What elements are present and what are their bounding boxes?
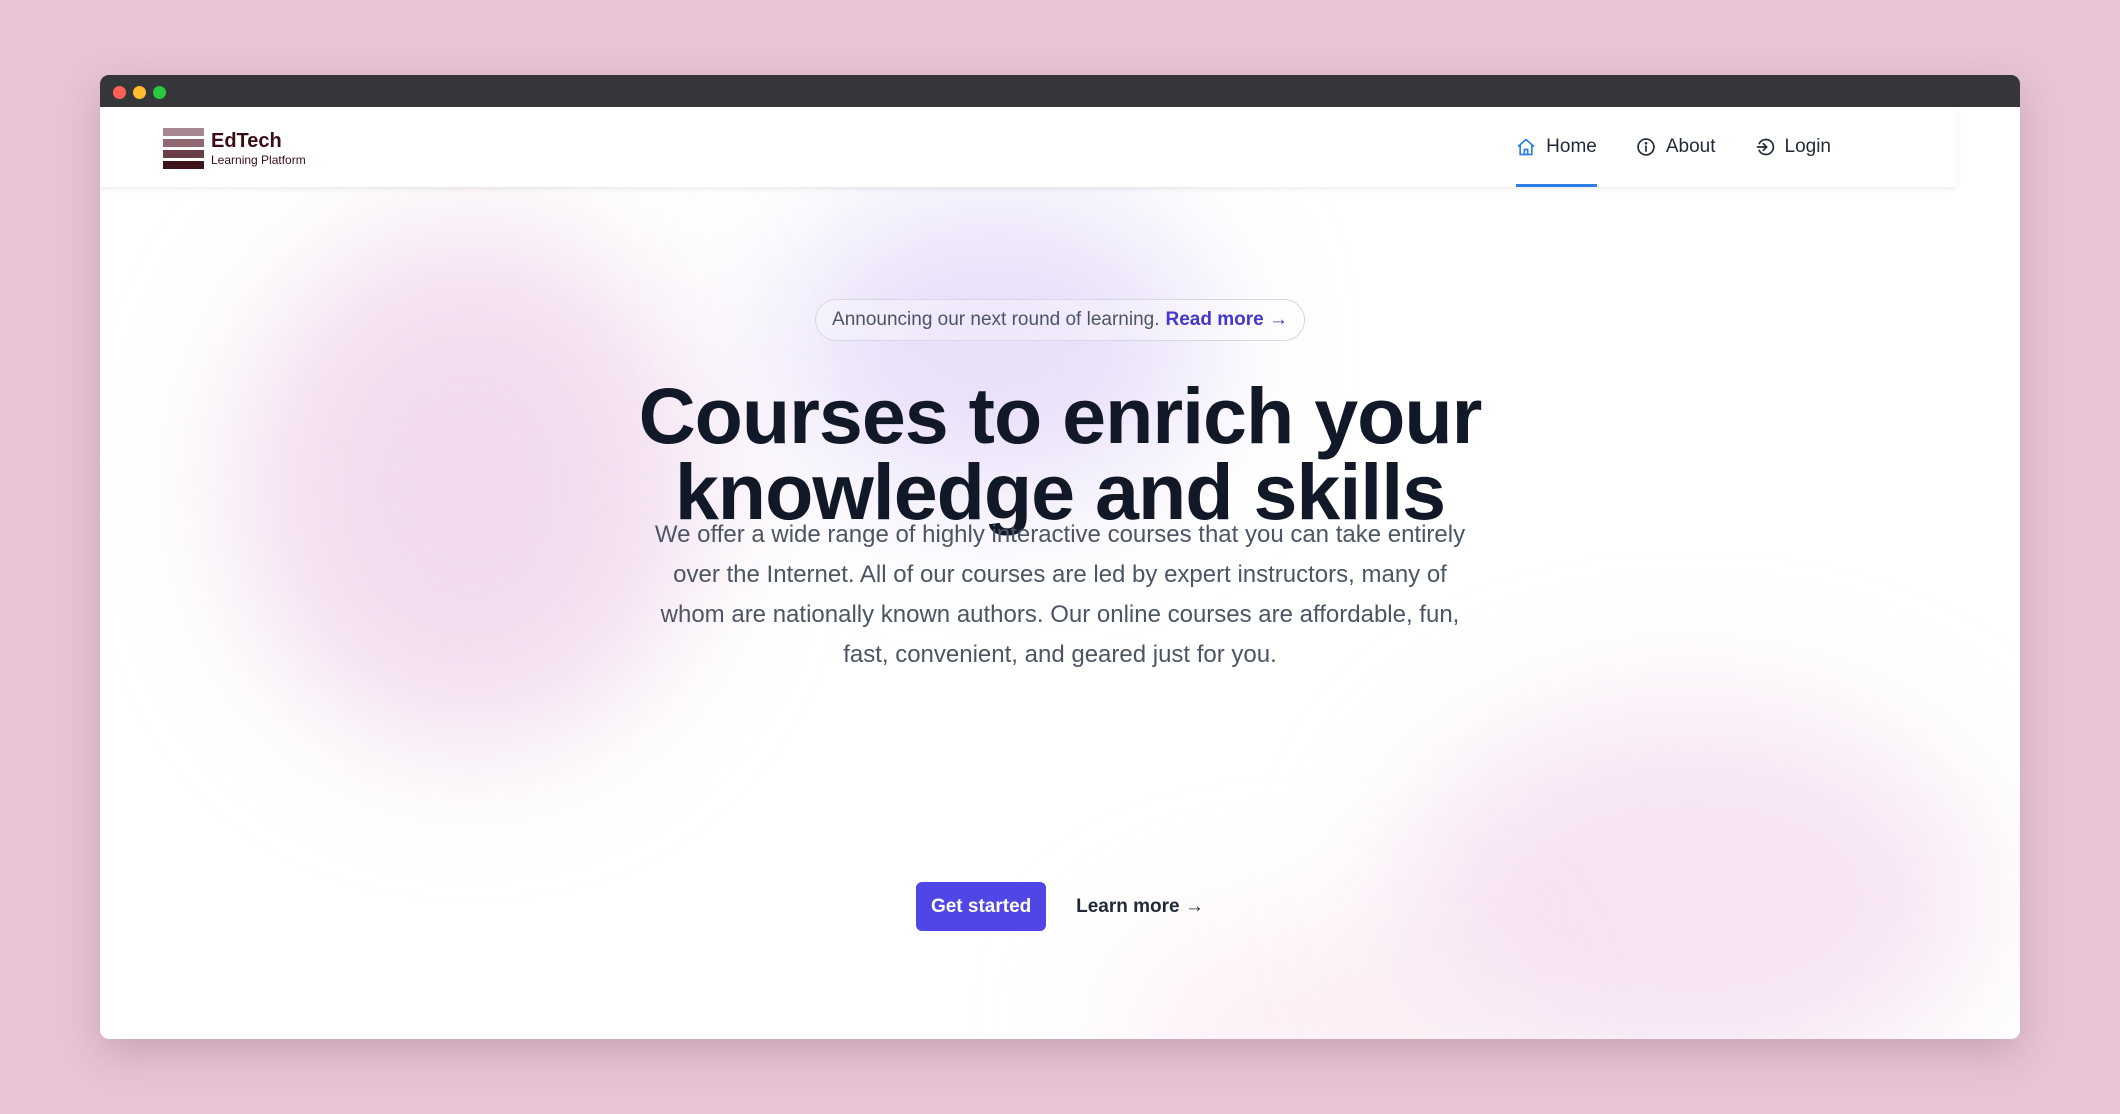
info-icon <box>1637 138 1655 156</box>
nav-item-label: About <box>1665 136 1716 157</box>
nav-item-label: Login <box>1784 136 1832 157</box>
top-navbar: EdTech Learning Platform Home About Logi… <box>100 107 1957 187</box>
brand-name: EdTech <box>211 129 282 152</box>
maximize-window-button[interactable] <box>153 86 166 99</box>
read-more-link[interactable]: Read more → <box>1165 309 1287 331</box>
window-titlebar <box>100 75 2020 107</box>
browser-window: EdTech Learning Platform Home About Logi… <box>100 75 2020 1039</box>
hero-title: Courses to enrich your knowledge and ski… <box>638 371 1483 536</box>
background-gradient-blob <box>1400 707 1980 1039</box>
brand-tagline: Learning Platform <box>211 152 306 167</box>
nav-item-label: Home <box>1546 136 1597 157</box>
announcement-pill: Announcing our next round of learning. R… <box>815 299 1305 341</box>
hero-description: We offer a wide range of highly interact… <box>654 521 1466 668</box>
nav-item-about[interactable]: About <box>1636 107 1716 187</box>
learn-more-link[interactable]: Learn more → <box>1076 896 1204 918</box>
home-icon <box>1517 138 1535 156</box>
nav-links: Home About Login <box>1516 107 1831 187</box>
get-started-button[interactable]: Get started <box>916 882 1047 931</box>
logo-icon <box>163 128 204 169</box>
close-window-button[interactable] <box>113 86 126 99</box>
brand-logo[interactable]: EdTech Learning Platform <box>163 128 306 169</box>
minimize-window-button[interactable] <box>133 86 146 99</box>
login-icon <box>1756 138 1774 156</box>
announcement-text: Announcing our next round of learning. <box>832 309 1160 330</box>
nav-item-login[interactable]: Login <box>1755 107 1832 187</box>
nav-item-home[interactable]: Home <box>1516 107 1597 187</box>
hero-actions: Get started Learn more → <box>100 882 2020 931</box>
active-nav-indicator <box>1516 184 1597 187</box>
